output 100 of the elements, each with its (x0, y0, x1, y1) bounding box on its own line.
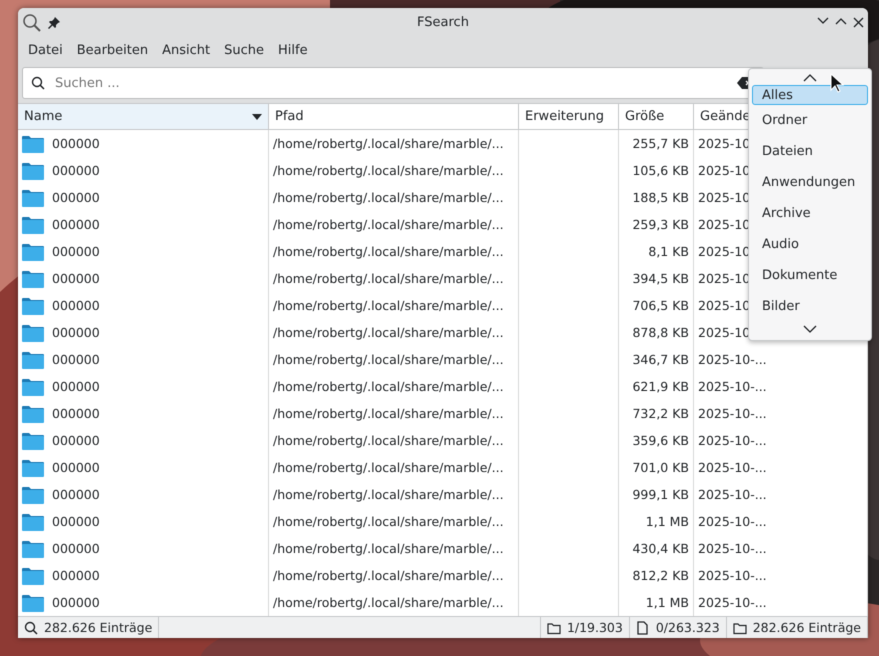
window-title: FSearch (416, 15, 470, 30)
file-name: 000000 (52, 379, 100, 394)
menu-item[interactable]: Alles (752, 85, 868, 105)
file-path: /home/robertg/.local/share/marble/... (269, 346, 519, 374)
modified-date: 2025-10-... (694, 535, 868, 562)
file-size: 999,1 KB (619, 481, 694, 508)
folder-icon (22, 486, 44, 504)
sort-arrow-icon (252, 114, 262, 120)
file-name: 000000 (52, 568, 100, 584)
search-icon[interactable] (22, 12, 42, 33)
folder-icon (22, 188, 44, 207)
menu-item[interactable]: Datei (22, 40, 69, 62)
file-name: 000000 (52, 487, 100, 502)
modified-date: 2025-10-... (694, 562, 868, 590)
search-icon (24, 620, 38, 635)
modified-date: 2025-10-... (694, 427, 868, 454)
file-size: 359,6 KB (619, 427, 694, 454)
folder-icon (22, 512, 44, 531)
folder-icon (22, 242, 44, 261)
search-input[interactable]: Suchen ... (53, 74, 729, 92)
modified-date: 2025-10-... (694, 346, 868, 374)
menu-item[interactable]: Suche (218, 40, 270, 62)
menu-item[interactable]: Bearbeiten (70, 40, 154, 62)
file-size: 430,4 KB (619, 535, 694, 562)
menu-item[interactable]: Ansicht (156, 40, 216, 62)
file-size: 812,2 KB (619, 562, 694, 590)
folder-icon (22, 378, 44, 396)
search-icon (31, 76, 45, 90)
folder-icon (22, 458, 44, 477)
file-path: /home/robertg/.local/share/marble/... (269, 238, 519, 266)
file-path: /home/robertg/.local/share/marble/... (269, 535, 519, 562)
modified-date: 2025-10-... (694, 400, 868, 428)
file-size: 1,1 MB (619, 508, 694, 536)
file-name: 000000 (52, 190, 100, 206)
file-path: /home/robertg/.local/share/marble/... (269, 400, 519, 428)
file-name: 000000 (52, 163, 100, 178)
file-size: 732,2 KB (619, 400, 694, 428)
file-name: 000000 (52, 541, 100, 556)
folder-icon (732, 620, 747, 635)
file-name: 000000 (52, 352, 100, 368)
cursor-icon (830, 73, 844, 93)
folder-icon (22, 270, 44, 288)
file-name: 000000 (52, 298, 100, 314)
folder-icon (22, 432, 44, 450)
folder-icon (22, 134, 44, 153)
file-path: /home/robertg/.local/share/marble/... (269, 211, 519, 238)
file-name: 000000 (52, 325, 100, 340)
file-path: /home/robertg/.local/share/marble/... (269, 454, 519, 482)
status-text: 1/19.303 (566, 620, 623, 636)
status-text: 282.626 Einträge (44, 620, 152, 636)
modified-date: 2025-10-... (694, 373, 868, 400)
file-size: 621,9 KB (619, 373, 694, 400)
column-header[interactable]: Name (18, 104, 269, 130)
file-size: 255,7 KB (619, 130, 694, 158)
file-name: 000000 (52, 595, 100, 610)
status-text: 282.626 Einträge (752, 620, 861, 636)
file-path: /home/robertg/.local/share/marble/... (269, 373, 519, 400)
file-path: /home/robertg/.local/share/marble/... (269, 562, 519, 590)
file-size: 394,5 KB (619, 265, 694, 292)
folder-icon (22, 350, 44, 369)
file-path: /home/robertg/.local/share/marble/... (269, 184, 519, 212)
file-path: /home/robertg/.local/share/marble/... (269, 130, 519, 158)
file-size: 706,5 KB (619, 292, 694, 320)
folder-icon (22, 566, 44, 585)
column-header[interactable]: Größe (619, 104, 694, 130)
folder-icon (22, 324, 44, 342)
modified-date: 2025-10-... (694, 454, 868, 482)
folder-icon (22, 216, 44, 234)
file-name: 000000 (52, 136, 100, 152)
folder-icon (22, 540, 44, 558)
file-path: /home/robertg/.local/share/marble/... (269, 319, 519, 346)
file-size: 259,3 KB (619, 211, 694, 238)
maximize-icon[interactable] (835, 17, 847, 26)
folder-icon (22, 404, 44, 423)
file-size: 701,0 KB (619, 454, 694, 482)
file-name: 000000 (52, 217, 100, 232)
column-header[interactable]: Erweiterung (519, 104, 619, 130)
folder-icon (22, 162, 44, 180)
modified-date: 2025-10-... (694, 508, 868, 536)
close-icon[interactable] (853, 17, 864, 28)
minimize-icon[interactable] (817, 17, 829, 26)
file-path: /home/robertg/.local/share/marble/... (269, 157, 519, 184)
file-size: 8,1 KB (619, 238, 694, 266)
file-name: 000000 (52, 406, 100, 422)
file-size: 188,5 KB (619, 184, 694, 212)
file-path: /home/robertg/.local/share/marble/... (269, 265, 519, 292)
folder-icon (546, 620, 561, 635)
file-size: 105,6 KB (619, 157, 694, 184)
column-header[interactable]: Pfad (269, 104, 519, 130)
menu-item[interactable]: Hilfe (272, 40, 314, 62)
file-icon (636, 620, 650, 635)
menu-item[interactable]: Bilder (752, 291, 868, 322)
file-name: 000000 (52, 433, 100, 448)
scroll-up-icon[interactable] (803, 74, 817, 82)
scroll-down-icon[interactable] (803, 325, 817, 333)
file-path: /home/robertg/.local/share/marble/... (269, 427, 519, 454)
pin-icon[interactable] (48, 16, 60, 29)
file-name: 000000 (52, 244, 100, 260)
file-path: /home/robertg/.local/share/marble/... (269, 508, 519, 536)
file-path: /home/robertg/.local/share/marble/... (269, 292, 519, 320)
